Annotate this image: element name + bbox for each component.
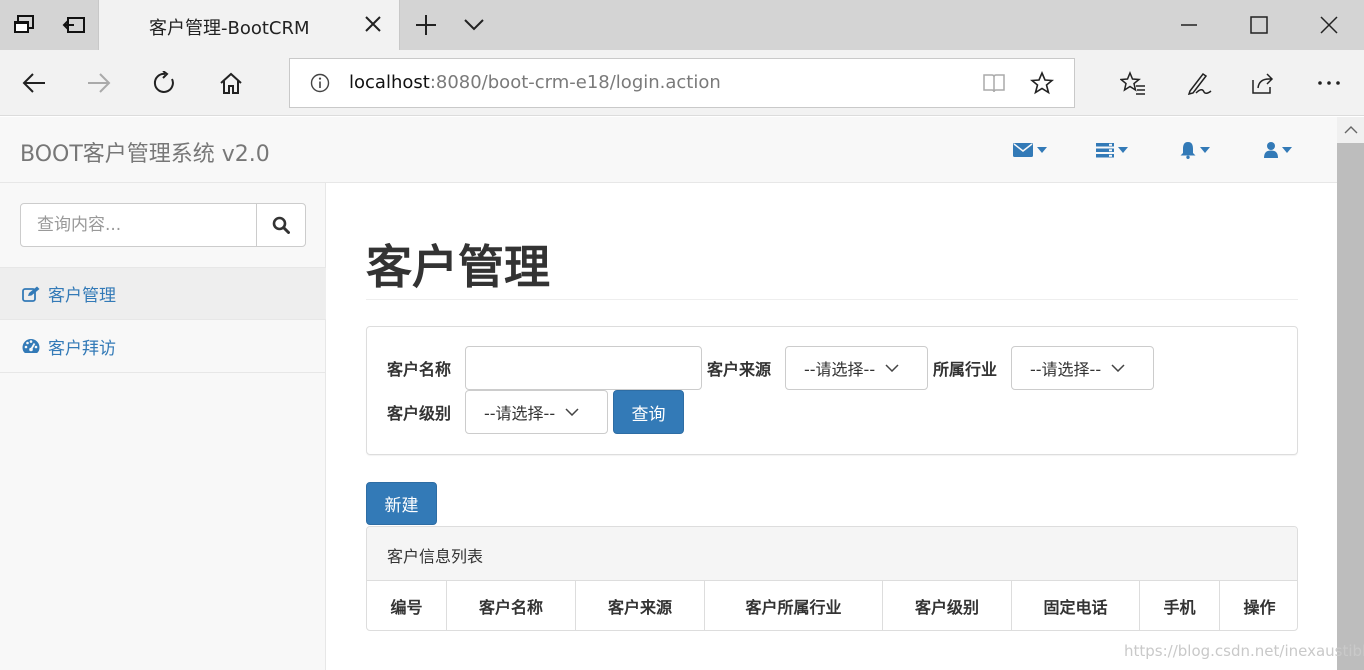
reading-view-icon[interactable] — [982, 72, 1006, 98]
caret-down-icon — [1282, 147, 1292, 153]
alerts-dropdown[interactable] — [1180, 141, 1210, 159]
browser-tab[interactable]: 客户管理-BootCRM — [98, 0, 400, 50]
sidebar-search — [20, 203, 306, 247]
sidebar-item-label: 客户拜访 — [48, 338, 116, 359]
set-aside-icon[interactable] — [50, 0, 98, 50]
tasks-icon — [1096, 142, 1114, 157]
sidebar-item-customer-management[interactable]: 客户管理 — [0, 267, 326, 320]
new-tab-icon[interactable] — [404, 0, 448, 50]
column-header: 客户名称 — [447, 581, 576, 630]
select-value: --请选择-- — [484, 404, 556, 423]
bell-icon — [1180, 141, 1196, 159]
column-header: 固定电话 — [1012, 581, 1140, 630]
title-divider — [366, 299, 1298, 300]
favorite-star-icon[interactable] — [1029, 70, 1055, 99]
select-value: --请选择-- — [1030, 360, 1102, 379]
industry-label: 所属行业 — [933, 360, 998, 379]
brand-title[interactable]: BOOT客户管理系统 v2.0 — [20, 136, 270, 168]
page-scrollbar[interactable] — [1337, 117, 1364, 670]
url-host: localhost — [349, 72, 430, 93]
customer-level-select[interactable]: --请选择-- — [465, 390, 608, 434]
search-icon — [272, 216, 290, 234]
dashboard-icon — [22, 339, 40, 353]
column-header: 操作 — [1243, 598, 1276, 617]
industry-select[interactable]: --请选择-- — [1011, 346, 1154, 390]
maximize-icon[interactable] — [1224, 0, 1294, 50]
home-icon[interactable] — [214, 66, 248, 100]
tab-dropdown-icon[interactable] — [452, 0, 496, 50]
column-header: 手机 — [1140, 581, 1220, 630]
list-heading: 客户信息列表 — [367, 527, 1297, 581]
sidebar-item-label: 客户管理 — [48, 286, 116, 306]
select-value: --请选择-- — [804, 360, 876, 379]
page-title: 客户管理 — [366, 240, 550, 294]
more-icon[interactable] — [1312, 66, 1346, 100]
main-content: 客户管理 客户名称 客户来源 --请选择-- 所属行业 --请选择-- 客户级别… — [326, 183, 1337, 670]
browser-navigation-bar: localhost:8080/boot-crm-e18/login.action — [0, 50, 1364, 116]
address-bar[interactable]: localhost:8080/boot-crm-e18/login.action — [289, 58, 1075, 108]
favorites-hub-icon[interactable] — [1116, 66, 1150, 100]
messages-dropdown[interactable] — [1013, 141, 1047, 159]
url-path: :8080/boot-crm-e18/login.action — [429, 72, 721, 93]
envelope-icon — [1013, 143, 1033, 157]
app-header: BOOT客户管理系统 v2.0 — [0, 117, 1337, 183]
user-icon — [1264, 142, 1278, 158]
tab-close-icon[interactable] — [363, 14, 383, 38]
tab-title: 客户管理-BootCRM — [149, 18, 310, 39]
tasks-dropdown[interactable] — [1096, 141, 1128, 159]
back-icon[interactable] — [17, 66, 51, 100]
customer-list-panel: 客户信息列表 编号 客户名称 客户来源 客户所属行业 客户级别 固定电话 手机 … — [366, 526, 1298, 631]
customer-source-select[interactable]: --请选择-- — [785, 346, 928, 390]
chevron-down-icon — [565, 408, 579, 416]
search-input[interactable] — [20, 203, 257, 247]
new-customer-button[interactable]: 新建 — [366, 482, 437, 525]
refresh-icon[interactable] — [148, 66, 182, 100]
site-info-icon[interactable] — [310, 73, 330, 97]
search-button[interactable] — [256, 203, 306, 247]
column-header: 编号 — [367, 581, 447, 630]
query-button[interactable]: 查询 — [613, 390, 684, 434]
scroll-up-icon[interactable] — [1337, 117, 1364, 143]
share-icon[interactable] — [1246, 66, 1280, 100]
customer-name-input[interactable] — [465, 346, 702, 390]
caret-down-icon — [1037, 147, 1047, 153]
column-header: 客户所属行业 — [705, 581, 883, 630]
column-header: 客户来源 — [576, 581, 705, 630]
customer-level-label: 客户级别 — [387, 404, 452, 423]
url-text: localhost:8080/boot-crm-e18/login.action — [349, 72, 721, 93]
edit-icon — [22, 286, 40, 302]
filter-panel: 客户名称 客户来源 --请选择-- 所属行业 --请选择-- 客户级别 --请选… — [366, 326, 1298, 455]
pen-icon[interactable] — [1182, 66, 1216, 100]
web-page: BOOT客户管理系统 v2.0 客户管理 — [0, 117, 1337, 670]
caret-down-icon — [1200, 147, 1210, 153]
caret-down-icon — [1118, 147, 1128, 153]
user-dropdown[interactable] — [1264, 141, 1292, 159]
customer-name-label: 客户名称 — [387, 360, 452, 379]
sidebar: 客户管理 客户拜访 — [0, 183, 326, 670]
minimize-icon[interactable] — [1154, 0, 1224, 50]
forward-icon[interactable] — [82, 66, 116, 100]
sidebar-item-customer-visits[interactable]: 客户拜访 — [0, 320, 326, 373]
customer-source-label: 客户来源 — [707, 360, 772, 379]
chevron-down-icon — [885, 364, 899, 372]
column-header: 客户级别 — [883, 581, 1012, 630]
tab-list-icon[interactable] — [0, 0, 48, 50]
close-icon[interactable] — [1294, 0, 1364, 50]
watermark: https://blog.csdn.net/inexaustible — [1124, 642, 1364, 660]
browser-tab-bar: 客户管理-BootCRM — [0, 0, 1364, 50]
chevron-down-icon — [1111, 364, 1125, 372]
